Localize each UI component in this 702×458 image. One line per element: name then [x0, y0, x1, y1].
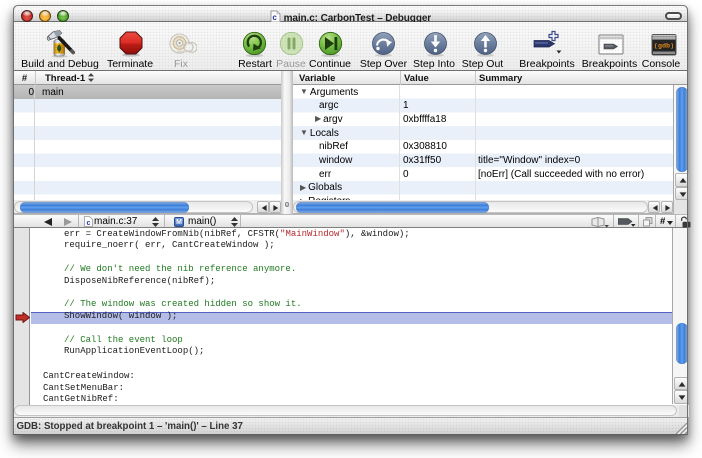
- svg-text:c: c: [272, 13, 277, 22]
- svg-text:c: c: [86, 220, 90, 227]
- svg-text:(gdb): (gdb): [654, 42, 674, 50]
